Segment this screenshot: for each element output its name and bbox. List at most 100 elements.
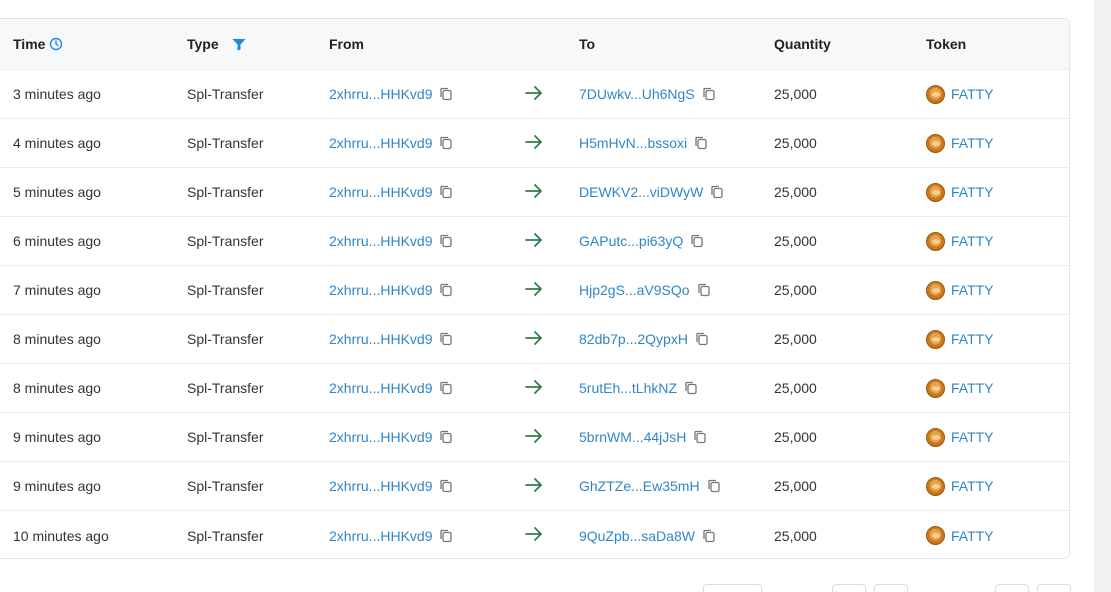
row-token[interactable]: FATTY [926,511,994,558]
to-address-link[interactable]: 82db7p...2QypxH [579,331,688,347]
row-time-text: 8 minutes ago [13,331,101,347]
column-time[interactable]: Time [13,19,63,69]
row-time: 3 minutes ago [13,70,101,118]
arrow-right-icon [524,232,544,251]
token-link[interactable]: FATTY [951,86,994,102]
fatty-token-icon [926,133,945,153]
scrollbar-track[interactable] [1094,0,1111,592]
page-size-select[interactable] [703,584,762,592]
from-address-link[interactable]: 2xhrru...HHKvd9 [329,331,432,347]
copy-icon[interactable] [701,86,717,102]
row-quantity: 25,000 [774,364,817,412]
from-address-link[interactable]: 2xhrru...HHKvd9 [329,233,432,249]
to-address-link[interactable]: 5brnWM...44jJsH [579,429,686,445]
pagination-prev-button[interactable] [874,584,908,592]
to-address-link[interactable]: 9QuZpb...saDa8W [579,528,695,544]
copy-icon[interactable] [694,331,710,347]
row-time: 5 minutes ago [13,168,101,216]
column-type[interactable]: Type [187,19,246,69]
row-type-text: Spl-Transfer [187,135,264,151]
row-token[interactable]: FATTY [926,364,994,412]
copy-icon[interactable] [438,478,454,494]
copy-icon[interactable] [689,233,705,249]
copy-icon[interactable] [709,184,725,200]
copy-icon[interactable] [692,429,708,445]
row-from: 2xhrru...HHKvd9 [329,266,454,314]
row-time-text: 9 minutes ago [13,478,101,494]
column-quantity: Quantity [774,19,831,69]
copy-icon[interactable] [438,135,454,151]
row-time-text: 9 minutes ago [13,429,101,445]
row-token[interactable]: FATTY [926,413,994,461]
row-to: H5mHvN...bssoxi [579,119,709,167]
from-address-link[interactable]: 2xhrru...HHKvd9 [329,528,432,544]
token-link[interactable]: FATTY [951,331,994,347]
copy-icon[interactable] [438,184,454,200]
row-token[interactable]: FATTY [926,70,994,118]
to-address-link[interactable]: GhZTZe...Ew35mH [579,478,700,494]
token-link[interactable]: FATTY [951,135,994,151]
token-link[interactable]: FATTY [951,233,994,249]
row-quantity-text: 25,000 [774,233,817,249]
token-link[interactable]: FATTY [951,478,994,494]
to-address-link[interactable]: DEWKV2...viDWyW [579,184,703,200]
from-address-link[interactable]: 2xhrru...HHKvd9 [329,429,432,445]
pagination-first-button[interactable] [832,584,866,592]
copy-icon[interactable] [683,380,699,396]
copy-icon[interactable] [438,86,454,102]
row-from: 2xhrru...HHKvd9 [329,462,454,510]
to-address-link[interactable]: H5mHvN...bssoxi [579,135,687,151]
filter-icon[interactable] [232,38,246,51]
row-token[interactable]: FATTY [926,119,994,167]
from-address-link[interactable]: 2xhrru...HHKvd9 [329,135,432,151]
from-address-link[interactable]: 2xhrru...HHKvd9 [329,380,432,396]
token-link[interactable]: FATTY [951,528,994,544]
copy-icon[interactable] [438,380,454,396]
row-quantity-text: 25,000 [774,331,817,347]
copy-icon[interactable] [438,331,454,347]
copy-icon[interactable] [438,233,454,249]
pagination-last-button[interactable] [1037,584,1071,592]
token-link[interactable]: FATTY [951,380,994,396]
row-type-text: Spl-Transfer [187,331,264,347]
row-token[interactable]: FATTY [926,315,994,363]
fatty-token-icon [926,378,945,398]
row-quantity: 25,000 [774,70,817,118]
to-address-link[interactable]: 7DUwkv...Uh6NgS [579,86,695,102]
row-arrow [524,462,544,510]
token-link[interactable]: FATTY [951,282,994,298]
row-quantity: 25,000 [774,315,817,363]
row-type-text: Spl-Transfer [187,429,264,445]
to-address-link[interactable]: 5rutEh...tLhkNZ [579,380,677,396]
token-link[interactable]: FATTY [951,429,994,445]
from-address-link[interactable]: 2xhrru...HHKvd9 [329,184,432,200]
table-header: Time Type From To Quantity Token [0,19,1069,70]
row-time: 9 minutes ago [13,462,101,510]
row-token[interactable]: FATTY [926,168,994,216]
row-to: 9QuZpb...saDa8W [579,511,717,558]
to-address-link[interactable]: GAPutc...pi63yQ [579,233,683,249]
copy-icon[interactable] [696,282,712,298]
copy-icon[interactable] [438,282,454,298]
row-from: 2xhrru...HHKvd9 [329,70,454,118]
copy-icon[interactable] [706,478,722,494]
copy-icon[interactable] [693,135,709,151]
copy-icon[interactable] [438,429,454,445]
row-quantity-text: 25,000 [774,478,817,494]
copy-icon[interactable] [438,528,454,544]
table-row: 9 minutes ago Spl-Transfer 2xhrru...HHKv… [0,462,1069,511]
clock-icon[interactable] [49,37,63,51]
column-token: Token [926,19,966,69]
copy-icon[interactable] [701,528,717,544]
row-token[interactable]: FATTY [926,266,994,314]
row-token[interactable]: FATTY [926,462,994,510]
pagination-next-button[interactable] [995,584,1029,592]
from-address-link[interactable]: 2xhrru...HHKvd9 [329,478,432,494]
row-quantity-text: 25,000 [774,527,817,544]
token-link[interactable]: FATTY [951,184,994,200]
row-type: Spl-Transfer [187,217,264,265]
from-address-link[interactable]: 2xhrru...HHKvd9 [329,86,432,102]
to-address-link[interactable]: Hjp2gS...aV9SQo [579,282,690,298]
row-token[interactable]: FATTY [926,217,994,265]
from-address-link[interactable]: 2xhrru...HHKvd9 [329,282,432,298]
